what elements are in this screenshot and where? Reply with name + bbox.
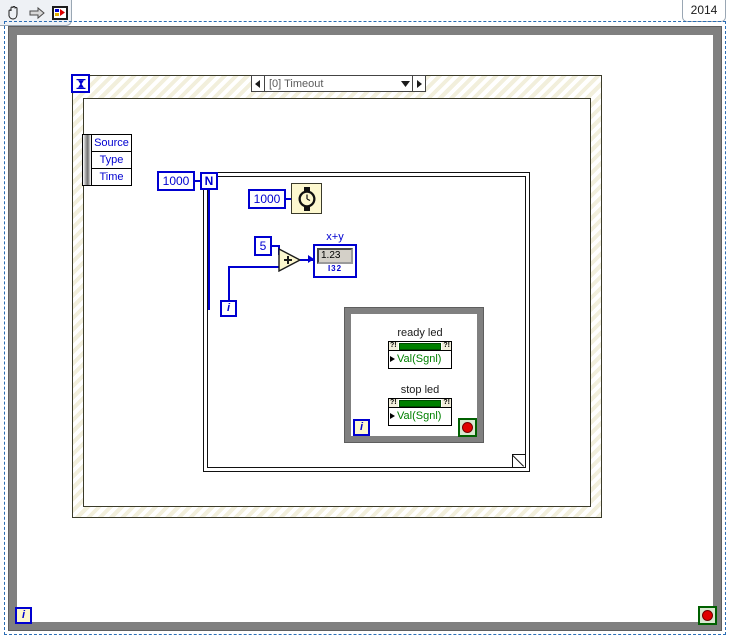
inner-loop-stop-terminal[interactable] [458,418,477,437]
stop-led-reference-bar [398,399,442,407]
event-case-selector[interactable]: [0] Timeout [251,75,426,92]
inner-loop-iteration-terminal[interactable]: i [353,419,370,436]
wait-ms-node[interactable] [291,183,322,214]
indicator-input-arrow-icon [308,255,314,263]
event-node-row-time[interactable]: Time [92,169,131,185]
labview-version-label: 2014 [682,0,726,22]
stop-led-label: stop led [400,384,440,396]
stop-led-node-header: ?! ?! [389,399,451,408]
wire-n-vertical [208,190,210,310]
event-next-arrow-icon[interactable] [412,76,425,91]
event-node-row-type[interactable]: Type [92,152,131,169]
indicator-representation: I32 [327,264,343,273]
event-node-grip [83,135,92,185]
wait-ms-constant[interactable]: 1000 [248,189,286,209]
ready-led-node-header: ?! ?! [389,342,451,351]
loop-count-constant[interactable]: 1000 [157,171,195,191]
indicator-box[interactable]: 1.23 I32 [308,244,357,278]
indicator-value: 1.23 [317,248,353,264]
ready-led-reference-bar [398,342,442,350]
event-prev-arrow-icon[interactable] [252,76,265,91]
ready-led-property-name[interactable]: Val(Sgnl) [389,351,451,368]
for-loop-corner-fold [512,454,525,467]
stop-icon [462,422,473,433]
stop-led-property-node[interactable]: stop led ?! ?! Val(Sgnl) [388,384,452,426]
outer-loop-stop-terminal[interactable] [698,606,717,625]
event-node-rows: Source Type Time [92,135,131,185]
ready-led-tag-left: ?! [389,342,398,350]
wire-i-to-add-bottom [228,266,280,268]
stop-icon [702,610,713,621]
event-case-label: [0] Timeout [269,77,324,90]
event-data-node[interactable]: Source Type Time [82,134,132,186]
hand-tool-icon[interactable] [4,3,24,23]
arrow-icon[interactable] [27,3,47,23]
stop-led-property-name[interactable]: Val(Sgnl) [389,408,451,425]
ready-led-tag-right: ?! [442,342,451,350]
timeout-hourglass-icon[interactable] [71,74,90,93]
block-diagram-window: 2014 [0] Timeout Source Type Time 1000 N… [0,0,730,639]
stop-led-tag-right: ?! [442,399,451,407]
chevron-down-icon[interactable] [398,76,412,91]
vi-icon[interactable] [50,3,70,23]
indicator-label: x+y [326,231,344,243]
for-loop-iteration-terminal[interactable]: i [220,300,237,317]
numeric-indicator[interactable]: x+y 1.23 I32 [308,231,357,278]
stop-led-tag-left: ?! [389,399,398,407]
add-constant[interactable]: 5 [254,236,272,256]
ready-led-node-body[interactable]: ?! ?! Val(Sgnl) [388,341,452,369]
stop-led-node-body[interactable]: ?! ?! Val(Sgnl) [388,398,452,426]
outer-loop-iteration-terminal[interactable]: i [15,607,32,624]
add-function[interactable] [278,247,302,273]
ready-led-property-node[interactable]: ready led ?! ?! Val(Sgnl) [388,327,452,369]
toolbar [0,0,72,26]
for-loop-count-terminal[interactable]: N [200,172,218,190]
ready-led-label: ready led [397,327,443,339]
event-node-row-source[interactable]: Source [92,135,131,152]
